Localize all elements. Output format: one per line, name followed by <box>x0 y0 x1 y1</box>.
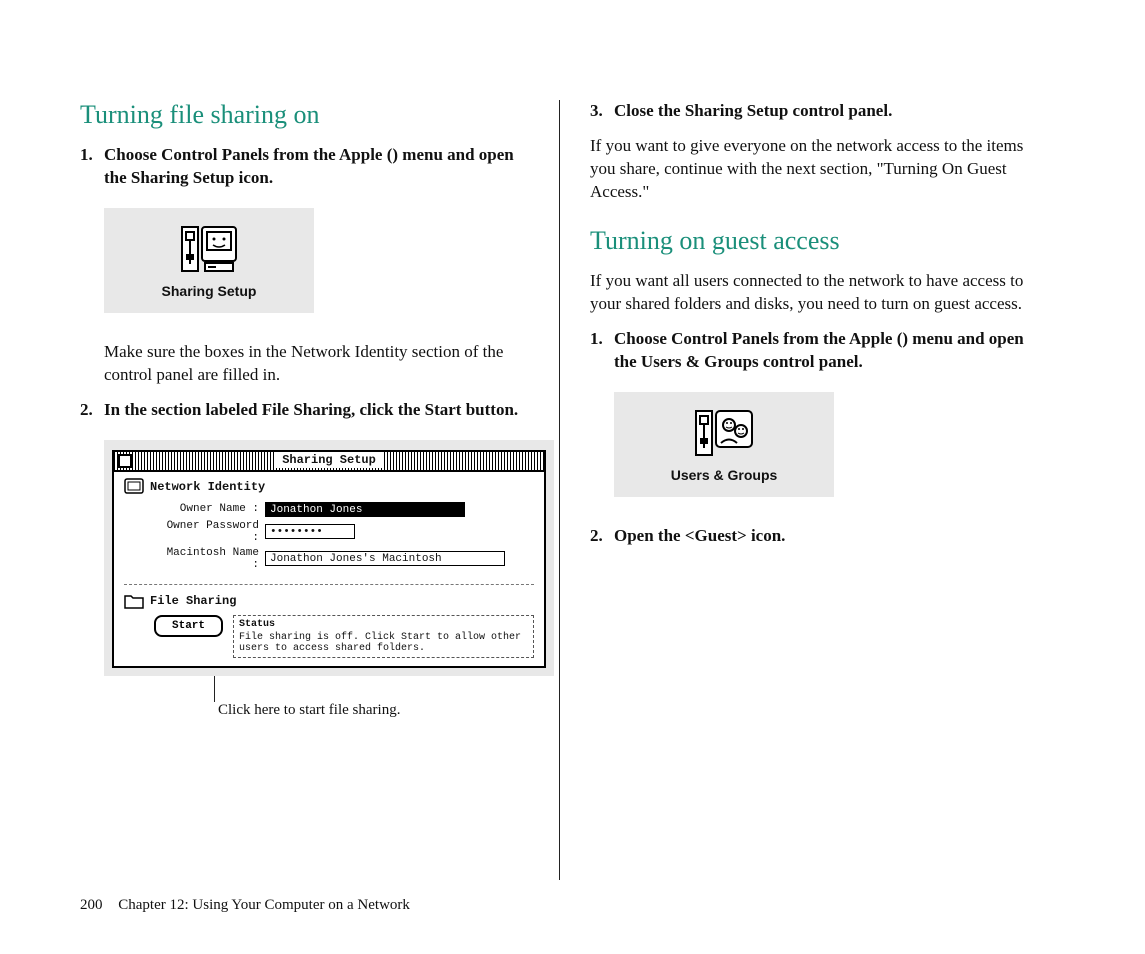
sharing-setup-window: Sharing Setup Network Identity Owner Nam… <box>112 450 546 668</box>
callout-text: Click here to start file sharing. <box>218 702 529 719</box>
close-icon[interactable] <box>118 454 132 468</box>
step-number: 3. <box>590 100 614 123</box>
step-2: 2. In the section labeled File Sharing, … <box>80 399 529 422</box>
step-number: 2. <box>80 399 104 422</box>
window-title: Sharing Setup <box>274 452 384 468</box>
page-number: 200 <box>80 897 103 913</box>
icon-label: Users & Groups <box>614 467 834 483</box>
section-heading-file-sharing: Turning file sharing on <box>80 100 529 130</box>
status-message: File sharing is off. Click Start to allo… <box>239 632 528 654</box>
step-number: 2. <box>590 525 614 548</box>
status-title: Status <box>239 619 528 630</box>
sharing-setup-icon <box>181 226 237 272</box>
users-groups-icon-figure: Users & Groups <box>614 392 834 497</box>
step-number: 1. <box>590 328 614 374</box>
users-groups-icon <box>695 410 753 456</box>
folder-icon <box>124 593 144 609</box>
step-text: In the section labeled File Sharing, cli… <box>104 399 529 422</box>
network-identity-title: Network Identity <box>150 480 265 494</box>
paragraph: If you want all users connected to the n… <box>590 270 1040 316</box>
step-2-guest: 2. Open the <Guest> icon. <box>590 525 1040 548</box>
macintosh-name-label: Macintosh Name : <box>154 547 259 571</box>
owner-name-label: Owner Name : <box>154 503 259 515</box>
owner-name-field[interactable]: Jonathon Jones <box>265 502 465 517</box>
step-text: Open the <Guest> icon. <box>614 525 1040 548</box>
computer-icon <box>124 478 144 496</box>
step-text-pre: Choose Control Panels from the Apple ( <box>614 329 902 348</box>
step-1-guest: 1. Choose Control Panels from the Apple … <box>590 328 1040 374</box>
step-text: Close the Sharing Setup control panel. <box>614 100 1040 123</box>
step-1: 1. Choose Control Panels from the Apple … <box>80 144 529 190</box>
right-column: 3. Close the Sharing Setup control panel… <box>560 100 1040 880</box>
icon-label: Sharing Setup <box>104 283 314 299</box>
left-column: Turning file sharing on 1. Choose Contro… <box>80 100 560 880</box>
sharing-setup-window-figure: Sharing Setup Network Identity Owner Nam… <box>104 440 554 676</box>
section-heading-guest-access: Turning on guest access <box>590 226 1040 256</box>
owner-password-label: Owner Password : <box>154 520 259 544</box>
chapter-title: Chapter 12: Using Your Computer on a Net… <box>118 897 410 913</box>
macintosh-name-field[interactable]: Jonathon Jones's Macintosh <box>265 551 505 566</box>
sharing-setup-icon-figure: Sharing Setup <box>104 208 314 313</box>
status-box: Status File sharing is off. Click Start … <box>233 615 534 658</box>
step-text: Choose Control Panels from the Apple () … <box>614 328 1040 374</box>
page-footer: 200 Chapter 12: Using Your Computer on a… <box>80 897 410 914</box>
owner-password-field[interactable]: •••••••• <box>265 524 355 539</box>
step-text: Choose Control Panels from the Apple () … <box>104 144 529 190</box>
window-titlebar: Sharing Setup <box>114 452 544 472</box>
network-identity-section: Network Identity Owner Name : Jonathon J… <box>114 472 544 582</box>
start-button[interactable]: Start <box>154 615 223 637</box>
step-number: 1. <box>80 144 104 190</box>
file-sharing-section: File Sharing Start Status File sharing i… <box>114 587 544 666</box>
step-3: 3. Close the Sharing Setup control panel… <box>590 100 1040 123</box>
step-text-pre: Choose Control Panels from the Apple ( <box>104 145 392 164</box>
file-sharing-title: File Sharing <box>150 594 236 608</box>
callout-line <box>214 676 529 702</box>
paragraph: If you want to give everyone on the netw… <box>590 135 1040 204</box>
note-text: Make sure the boxes in the Network Ident… <box>80 341 529 387</box>
